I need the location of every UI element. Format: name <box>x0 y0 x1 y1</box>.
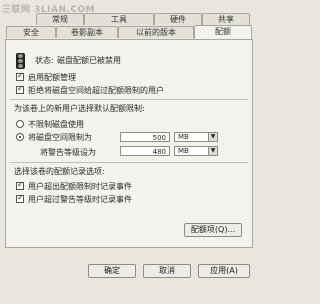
log-over-warning-checkbox[interactable] <box>16 193 24 203</box>
tab-security[interactable]: 安全 <box>6 26 56 38</box>
deny-space-checkbox[interactable] <box>16 84 24 94</box>
status-text: 磁盘配额已被禁用 <box>57 56 121 65</box>
chevron-down-icon: ▼ <box>208 147 217 155</box>
no-limit-label: 不限制磁盘使用 <box>28 120 84 129</box>
tab-sharing[interactable]: 共享 <box>202 13 250 25</box>
limit-space-unit-value: MB <box>178 133 189 141</box>
apply-button[interactable]: 应用(A) <box>198 264 250 278</box>
divider <box>10 99 248 100</box>
tab-quota[interactable]: 配额 <box>194 25 252 39</box>
chevron-down-icon: ▼ <box>208 133 217 141</box>
tab-hardware[interactable]: 硬件 <box>154 13 202 25</box>
log-over-limit-checkbox[interactable] <box>16 180 24 190</box>
quota-panel: 状态: 磁盘配额已被禁用 启用配额管理 拒绝将磁盘空间给超过配额限制的用户 为该… <box>5 39 253 248</box>
warning-level-unit-value: MB <box>178 147 189 155</box>
tab-previous-versions[interactable]: 以前的版本 <box>118 26 194 38</box>
quota-entries-button[interactable]: 配额项(Q)... <box>184 223 242 237</box>
traffic-light-icon <box>16 53 25 69</box>
new-user-heading: 为该卷上的新用户选择默认配额限制: <box>14 104 145 113</box>
ok-button[interactable]: 确定 <box>88 264 136 278</box>
cancel-button[interactable]: 取消 <box>143 264 191 278</box>
watermark: 三联网 3LIAN.COM <box>2 5 96 15</box>
limit-space-radio[interactable] <box>16 133 24 141</box>
warning-level-input[interactable]: 480 <box>120 146 170 156</box>
logging-heading: 选择该卷的配额记录选项: <box>14 167 105 176</box>
log-over-limit-label: 用户超出配额限制时记录事件 <box>28 182 132 191</box>
log-over-warning-label: 用户超过警告等级时记录事件 <box>28 195 132 204</box>
limit-space-input[interactable]: 500 <box>120 132 170 142</box>
no-limit-radio[interactable] <box>16 120 24 128</box>
divider <box>10 162 248 163</box>
status-label: 状态: <box>35 56 54 65</box>
deny-space-label: 拒绝将磁盘空间给超过配额限制的用户 <box>28 86 164 95</box>
tab-shadow-copies[interactable]: 卷影副本 <box>56 26 118 38</box>
warning-level-label: 将警告等级设为 <box>40 148 96 157</box>
limit-space-label: 将磁盘空间限制为 <box>28 133 92 142</box>
enable-quota-checkbox[interactable] <box>16 71 24 81</box>
warning-level-unit-select[interactable]: MB ▼ <box>174 146 218 156</box>
limit-space-unit-select[interactable]: MB ▼ <box>174 132 218 142</box>
enable-quota-label: 启用配额管理 <box>28 73 76 82</box>
